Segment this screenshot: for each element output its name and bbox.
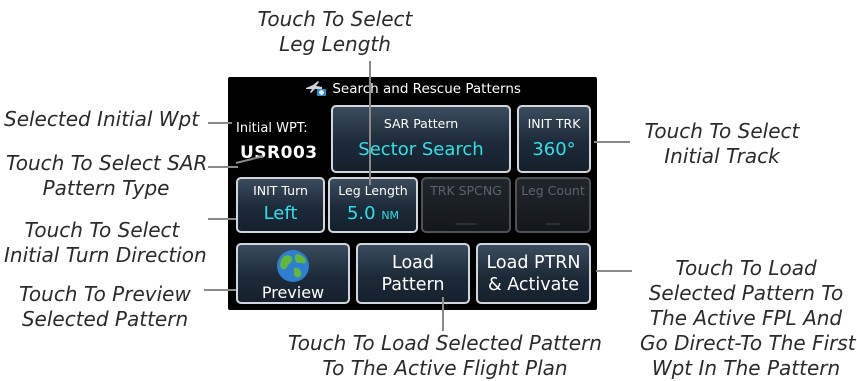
init-turn-value: Left: [263, 203, 298, 224]
load-activate-line1: Load PTRN: [486, 253, 581, 273]
sar-pattern-value: Sector Search: [358, 139, 484, 160]
callout-line: Initial Turn Direction: [4, 243, 207, 267]
leader-sar-type-h: [208, 166, 238, 168]
callout-line: Touch To Select: [257, 7, 413, 31]
preview-label: Preview: [261, 283, 325, 302]
callout-turn: Touch To Select Initial Turn Direction: [4, 218, 207, 268]
init-trk-button[interactable]: INIT TRK 360°: [517, 105, 591, 173]
callout-line: The Active FPL And: [649, 306, 843, 330]
callout-line: Selected Pattern: [21, 307, 189, 331]
trk-spcng-button: TRK SPCNG ___: [421, 177, 511, 233]
callout-preview: Touch To Preview Selected Pattern: [10, 282, 200, 332]
callout-line: Leg Length: [279, 32, 391, 56]
callout-line: Touch To Preview: [19, 282, 191, 306]
init-trk-label: INIT TRK: [527, 116, 581, 131]
callout-leg-length: Touch To Select Leg Length: [255, 7, 415, 57]
load-pattern-line1: Load: [392, 253, 434, 273]
callout-line: Touch To Select: [644, 119, 800, 143]
trk-spcng-value: ___: [455, 209, 477, 225]
title-bar: Search and Rescue Patterns: [228, 77, 597, 101]
callout-activate: Touch To Load Selected Pattern To The Ac…: [640, 256, 856, 381]
callout-line: Selected Initial Wpt: [4, 107, 200, 131]
leg-length-button[interactable]: Leg Length 5.0 NM: [328, 177, 418, 233]
leader-activate: [596, 270, 632, 272]
preview-button[interactable]: Preview: [236, 243, 350, 304]
leader-preview: [204, 289, 236, 291]
load-pattern-line2: Pattern: [381, 275, 445, 295]
leader-track: [594, 141, 630, 143]
trk-spcng-label: TRK SPCNG: [430, 183, 502, 198]
leg-length-unit: NM: [381, 209, 400, 222]
callout-line: Pattern Type: [42, 176, 170, 200]
callout-initial-wpt: Selected Initial Wpt: [4, 107, 200, 132]
load-activate-line2: & Activate: [488, 275, 579, 295]
init-turn-button[interactable]: INIT Turn Left: [236, 177, 325, 233]
screen-title: Search and Rescue Patterns: [332, 81, 521, 97]
globe-icon: [275, 248, 311, 284]
callout-line: To The Active Flight Plan: [322, 356, 568, 380]
leg-length-value: 5.0: [346, 203, 376, 224]
leader-turn: [208, 218, 236, 220]
init-trk-value: 360°: [532, 139, 576, 160]
leader-initial-wpt: [208, 122, 232, 124]
sar-pattern-button[interactable]: SAR Pattern Sector Search: [331, 105, 511, 173]
leg-length-value-row: 5.0 NM: [330, 203, 416, 227]
load-activate-button[interactable]: Load PTRN & Activate: [476, 243, 591, 304]
callout-line: Touch To Select: [24, 218, 180, 242]
leg-length-label: Leg Length: [338, 183, 408, 198]
callout-track: Touch To Select Initial Track: [632, 119, 812, 169]
initial-wpt-label: Initial WPT:: [236, 121, 308, 136]
callout-line: Go Direct-To The First: [640, 331, 856, 355]
callout-line: Touch To Select SAR: [6, 151, 208, 175]
leader-load: [442, 297, 444, 331]
leg-count-label: Leg Count: [521, 183, 585, 198]
leg-count-value: __: [546, 209, 560, 225]
search-rescue-icon: [304, 80, 327, 96]
sar-pattern-label: SAR Pattern: [383, 116, 459, 131]
init-turn-label: INIT Turn: [253, 183, 308, 198]
callout-load: Touch To Load Selected Pattern To The Ac…: [285, 331, 605, 381]
leg-count-button: Leg Count __: [515, 177, 591, 233]
load-pattern-button[interactable]: Load Pattern: [356, 243, 470, 304]
callout-line: Wpt In The Pattern: [651, 356, 841, 380]
leader-leg-length: [369, 61, 371, 185]
callout-line: Initial Track: [664, 144, 780, 168]
callout-line: Selected Pattern To: [648, 281, 844, 305]
sar-screen: Search and Rescue Patterns Initial WPT: …: [228, 77, 597, 310]
callout-line: Touch To Load Selected Pattern: [288, 331, 602, 355]
callout-line: Touch To Load: [675, 256, 817, 280]
callout-sar-type: Touch To Select SAR Pattern Type: [6, 151, 208, 201]
